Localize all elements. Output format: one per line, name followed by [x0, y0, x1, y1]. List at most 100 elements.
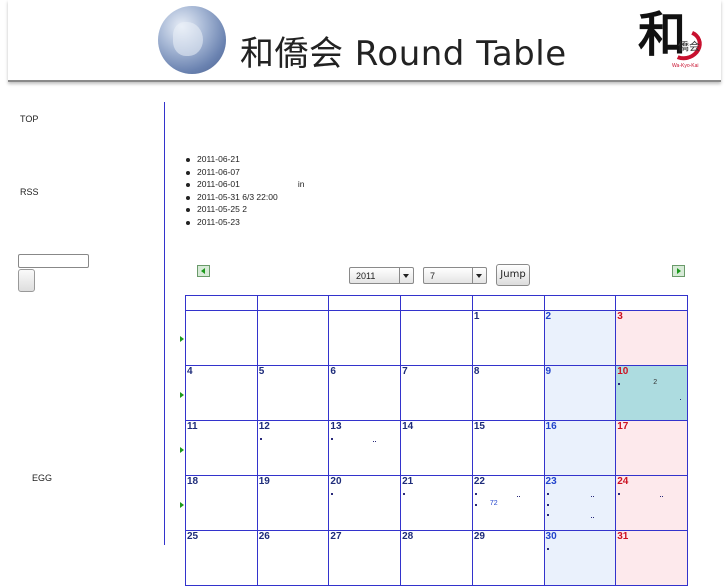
news-item[interactable]: 2011-06-01 in — [185, 178, 304, 191]
calendar-day[interactable]: 29 — [471, 530, 545, 586]
week-marker-icon[interactable] — [180, 392, 184, 398]
calendar-day[interactable]: 17 — [615, 420, 688, 476]
weekday-header — [471, 295, 545, 311]
day-number[interactable]: 4 — [187, 366, 193, 377]
site-header: 和僑会 Round Table 和 僑会 Wa-Kyo-Kai — [8, 0, 721, 82]
news-item[interactable]: 2011-06-07 — [185, 166, 304, 179]
day-number[interactable]: 5 — [259, 366, 265, 377]
calendar-day[interactable]: 23 — [543, 475, 617, 531]
day-number[interactable]: 26 — [259, 531, 270, 542]
sidebar-search-input[interactable] — [18, 254, 89, 268]
day-number[interactable]: 2 — [546, 311, 552, 322]
year-select[interactable]: 2011 — [349, 267, 414, 284]
event-bullet-icon — [662, 496, 664, 497]
sidebar-egg-link[interactable]: EGG — [32, 473, 52, 483]
calendar-day[interactable]: 7 — [400, 365, 473, 421]
day-number[interactable]: 24 — [617, 476, 628, 487]
next-month-arrow-icon[interactable] — [672, 265, 685, 277]
news-item[interactable]: 2011-06-21 — [185, 153, 304, 166]
calendar-day[interactable]: 25 — [185, 530, 258, 586]
calendar-day[interactable]: 19 — [256, 475, 330, 531]
calendar-day[interactable]: 24 — [615, 475, 688, 531]
weekday-header — [400, 295, 473, 311]
day-number[interactable]: 7 — [402, 366, 408, 377]
day-number[interactable]: 29 — [474, 531, 485, 542]
day-number[interactable]: 15 — [474, 421, 485, 432]
calendar-day[interactable]: 22 72 — [471, 475, 545, 531]
calendar-day[interactable]: 31 — [615, 530, 688, 586]
day-number[interactable]: 20 — [330, 476, 341, 487]
day-number[interactable]: 6 — [330, 366, 336, 377]
week-marker-icon[interactable] — [180, 336, 184, 342]
calendar-day[interactable]: 30 — [543, 530, 617, 586]
calendar-day[interactable]: 28 — [400, 530, 473, 586]
calendar-day[interactable]: 18 — [185, 475, 258, 531]
day-number[interactable]: 22 — [474, 476, 485, 487]
sidebar-top-link[interactable]: TOP — [20, 114, 38, 124]
calendar-day[interactable]: 2 — [543, 310, 617, 366]
day-number[interactable]: 30 — [546, 531, 557, 542]
jump-button[interactable]: Jump — [496, 264, 530, 286]
day-number[interactable]: 31 — [617, 531, 628, 542]
event-bullet-icon — [546, 504, 549, 506]
day-number[interactable]: 18 — [187, 476, 198, 487]
day-number[interactable]: 16 — [546, 421, 557, 432]
calendar-day[interactable]: 14 — [400, 420, 473, 476]
event-text[interactable]: 2 — [653, 379, 657, 386]
day-number[interactable]: 13 — [330, 421, 341, 432]
calendar-day[interactable]: 26 — [256, 530, 330, 586]
calendar-day[interactable]: 11 — [185, 420, 258, 476]
calendar-day[interactable]: 21 — [400, 475, 473, 531]
event-bullet-icon — [618, 383, 621, 385]
calendar-day[interactable]: 9 — [543, 365, 617, 421]
day-number[interactable]: 28 — [402, 531, 413, 542]
event-bullet-icon — [590, 496, 592, 497]
day-number[interactable]: 10 — [617, 366, 628, 377]
calendar-day[interactable]: 27 — [328, 530, 402, 586]
event-bullet-icon — [592, 496, 594, 497]
calendar-day[interactable]: 15 — [471, 420, 545, 476]
calendar-week: 4 5 6 7 8 9 10 2 — [185, 365, 688, 421]
day-number[interactable]: 9 — [546, 366, 552, 377]
day-number[interactable]: 25 — [187, 531, 198, 542]
event-bullet-icon — [680, 399, 682, 400]
calendar-day[interactable]: 16 — [543, 420, 617, 476]
calendar-day[interactable]: 4 — [185, 365, 258, 421]
calendar-day[interactable]: 6 — [328, 365, 402, 421]
day-number[interactable]: 19 — [259, 476, 270, 487]
day-number[interactable]: 17 — [617, 421, 628, 432]
calendar-day-today[interactable]: 10 2 — [615, 365, 688, 421]
day-number[interactable]: 11 — [187, 421, 198, 432]
week-marker-icon[interactable] — [180, 447, 184, 453]
event-bullet-icon — [259, 438, 262, 440]
news-item[interactable]: 2011-05-23 — [185, 216, 304, 229]
calendar-day[interactable]: 5 — [256, 365, 330, 421]
news-item[interactable]: 2011-05-25 2 — [185, 203, 304, 216]
news-item[interactable]: 2011-05-31 6/3 22:00 — [185, 191, 304, 204]
day-number[interactable]: 27 — [330, 531, 341, 542]
day-number[interactable]: 21 — [402, 476, 413, 487]
day-number[interactable]: 12 — [259, 421, 270, 432]
week-marker-icon[interactable] — [180, 502, 184, 508]
day-number[interactable]: 23 — [546, 476, 557, 487]
calendar-day — [185, 310, 258, 366]
event-bullet-icon — [474, 493, 477, 495]
day-number[interactable]: 8 — [474, 366, 480, 377]
day-number[interactable]: 3 — [617, 311, 623, 322]
day-number[interactable]: 14 — [402, 421, 413, 432]
calendar-day[interactable]: 3 — [615, 310, 688, 366]
sidebar-rss-link[interactable]: RSS — [20, 187, 39, 197]
calendar-day[interactable]: 1 — [471, 310, 545, 366]
calendar-day[interactable]: 20 — [328, 475, 402, 531]
calendar-day[interactable]: 8 — [471, 365, 545, 421]
day-number[interactable]: 1 — [474, 311, 480, 322]
calendar-week: 18 19 20 21 22 72 23 24 — [185, 475, 688, 531]
news-list: 2011-06-21 2011-06-07 2011-06-01 in 2011-… — [185, 153, 304, 229]
month-select[interactable]: 7 — [423, 267, 487, 284]
event-link[interactable]: 72 — [490, 500, 498, 507]
sidebar-search-button[interactable] — [18, 269, 35, 292]
prev-month-arrow-icon[interactable] — [197, 265, 210, 277]
calendar-day — [256, 310, 330, 366]
calendar-day[interactable]: 13 — [328, 420, 402, 476]
calendar-day[interactable]: 12 — [256, 420, 330, 476]
